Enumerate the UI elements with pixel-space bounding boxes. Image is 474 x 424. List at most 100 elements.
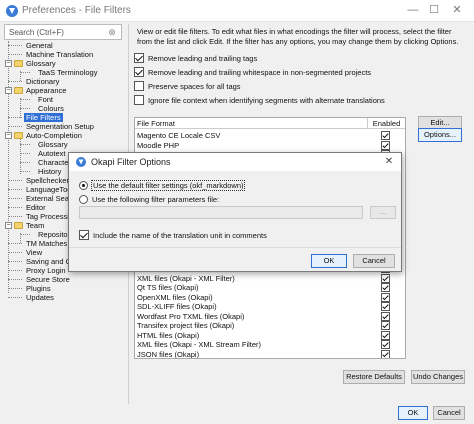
checkbox[interactable] <box>134 67 144 77</box>
table-row[interactable]: HTML files (Okapi) <box>135 330 405 340</box>
radio-button[interactable] <box>79 194 88 204</box>
option-remove-whitespace[interactable]: Remove leading and trailing whitespace i… <box>134 66 371 78</box>
file-format-cell: Wordfast Pro TXML files (Okapi) <box>137 311 245 321</box>
file-format-cell: Transifex project files (Okapi) <box>137 321 235 330</box>
title-bar: Preferences - File Filters — ☐ ✕ <box>0 0 474 22</box>
table-row[interactable]: SDL-XLIFF files (Okapi) <box>135 302 405 311</box>
file-format-cell: JSON files (Okapi) <box>137 349 200 359</box>
clear-search-icon[interactable]: ⊗ <box>107 27 117 37</box>
tree-item-external-search[interactable]: External Sea <box>26 194 69 203</box>
dialog-close-button[interactable]: ✕ <box>383 156 395 168</box>
folder-icon <box>14 60 23 67</box>
restore-defaults-button[interactable]: Restore Defaults <box>343 370 405 384</box>
maximize-button[interactable]: ☐ <box>427 3 441 17</box>
tree-item-tag-processing[interactable]: Tag Processin <box>26 212 73 221</box>
table-row[interactable]: Moodle PHP <box>135 140 405 150</box>
enabled-checkbox[interactable] <box>381 330 390 340</box>
tree-item-view[interactable]: View <box>26 248 42 257</box>
tree-item-saving-and-output[interactable]: Saving and O <box>26 257 71 266</box>
folder-icon <box>14 132 23 139</box>
divider <box>69 247 401 248</box>
include-tu-name-option[interactable]: Include the name of the translation unit… <box>79 229 267 241</box>
file-format-cell: OpenXML files (Okapi) <box>137 292 213 302</box>
tree-item-autotext[interactable]: Autotext <box>38 149 66 158</box>
tree-item-secure-store[interactable]: Secure Store <box>26 275 70 284</box>
browse-button[interactable]: ... <box>370 206 396 219</box>
table-row[interactable]: XML files (Okapi - XML Filter) <box>135 273 405 283</box>
tree-item-general[interactable]: General <box>26 41 53 50</box>
enabled-checkbox[interactable] <box>381 349 390 358</box>
column-header-enabled[interactable]: Enabled <box>368 118 405 129</box>
option-remove-tags[interactable]: Remove leading and trailing tags <box>134 52 257 64</box>
tree-item-taas-terminology[interactable]: TaaS Terminology <box>38 68 97 77</box>
table-row[interactable]: Qt TS files (Okapi) <box>135 283 405 292</box>
parameters-file-input[interactable] <box>79 206 363 219</box>
tree-item-glossary[interactable]: Glossary <box>26 59 56 68</box>
tree-item-editor[interactable]: Editor <box>26 203 46 212</box>
ok-button[interactable]: OK <box>398 406 428 420</box>
radio-button[interactable] <box>79 180 88 190</box>
tree-item-languagetool[interactable]: LanguageTool <box>26 185 73 194</box>
tree-item-machine-translation[interactable]: Machine Translation <box>26 50 93 59</box>
dialog-cancel-button[interactable]: Cancel <box>353 254 395 268</box>
tree-item-dictionary[interactable]: Dictionary <box>26 77 59 86</box>
collapse-appearance-icon[interactable]: − <box>5 87 12 94</box>
option-label: Remove leading and trailing whitespace i… <box>148 67 372 77</box>
enabled-checkbox[interactable] <box>381 131 390 140</box>
enabled-checkbox[interactable] <box>381 340 390 349</box>
tree-item-character[interactable]: Character <box>38 158 71 167</box>
option-label: Ignore file context when identifying seg… <box>148 95 385 105</box>
option-label: Include the name of the translation unit… <box>93 230 267 240</box>
enabled-checkbox[interactable] <box>381 311 390 321</box>
tree-item-spellchecker[interactable]: Spellchecker <box>26 176 69 185</box>
radio-default-settings[interactable]: Use the default filter settings (okf_mar… <box>79 179 246 191</box>
tree-item-proxy-login[interactable]: Proxy Login <box>26 266 66 275</box>
minimize-button[interactable]: — <box>406 3 420 17</box>
tree-item-file-filters[interactable]: File Filters <box>24 113 63 122</box>
enabled-checkbox[interactable] <box>381 140 390 150</box>
undo-changes-button[interactable]: Undo Changes <box>411 370 465 384</box>
search-input[interactable]: Search (Ctrl+F) <box>4 24 122 40</box>
table-row[interactable]: Magento CE Locale CSV <box>135 131 405 140</box>
enabled-checkbox[interactable] <box>381 321 390 330</box>
tree-item-colours[interactable]: Colours <box>38 104 64 113</box>
file-format-cell: XML files (Okapi - XML Stream Filter) <box>137 340 262 349</box>
tree-item-appearance[interactable]: Appearance <box>26 86 66 95</box>
tree-item-auto-completion[interactable]: Auto-Completion <box>26 131 82 140</box>
table-row[interactable]: JSON files (Okapi) <box>135 349 405 359</box>
window-title: Preferences - File Filters <box>22 5 131 16</box>
checkbox[interactable] <box>134 53 144 63</box>
options-button[interactable]: Options... <box>418 128 462 142</box>
option-preserve-spaces[interactable]: Preserve spaces for all tags <box>134 80 241 92</box>
cancel-button[interactable]: Cancel <box>433 406 465 420</box>
table-row[interactable]: OpenXML files (Okapi) <box>135 292 405 302</box>
enabled-checkbox[interactable] <box>381 273 390 283</box>
checkbox[interactable] <box>134 95 144 105</box>
tree-item-plugins[interactable]: Plugins <box>26 284 51 293</box>
file-format-cell: Qt TS files (Okapi) <box>137 283 199 292</box>
enabled-checkbox[interactable] <box>381 302 390 311</box>
close-button[interactable]: ✕ <box>450 3 464 17</box>
file-format-cell: HTML files (Okapi) <box>137 330 200 340</box>
collapse-team-icon[interactable]: − <box>5 222 12 229</box>
tree-item-updates[interactable]: Updates <box>26 293 54 302</box>
checkbox[interactable] <box>134 81 144 91</box>
option-ignore-file-context[interactable]: Ignore file context when identifying seg… <box>134 94 385 106</box>
table-row[interactable]: Transifex project files (Okapi) <box>135 321 405 330</box>
radio-parameters-file[interactable]: Use the following filter parameters file… <box>79 193 219 205</box>
table-row[interactable]: XML files (Okapi - XML Stream Filter) <box>135 340 405 349</box>
column-header-file-format[interactable]: File Format <box>135 118 368 129</box>
tree-item-history[interactable]: History <box>38 167 61 176</box>
enabled-checkbox[interactable] <box>381 283 390 292</box>
dialog-ok-button[interactable]: OK <box>311 254 347 268</box>
tree-item-segmentation-setup[interactable]: Segmentation Setup <box>26 122 94 131</box>
collapse-glossary-icon[interactable]: − <box>5 60 12 67</box>
tree-item-team[interactable]: Team <box>26 221 44 230</box>
collapse-auto-completion-icon[interactable]: − <box>5 132 12 139</box>
tree-item-tm-matches[interactable]: TM Matches <box>26 239 67 248</box>
tree-item-font[interactable]: Font <box>38 95 53 104</box>
checkbox[interactable] <box>79 230 89 240</box>
tree-item-glossary-sub[interactable]: Glossary <box>38 140 68 149</box>
enabled-checkbox[interactable] <box>381 292 390 302</box>
table-row[interactable]: Wordfast Pro TXML files (Okapi) <box>135 311 405 321</box>
